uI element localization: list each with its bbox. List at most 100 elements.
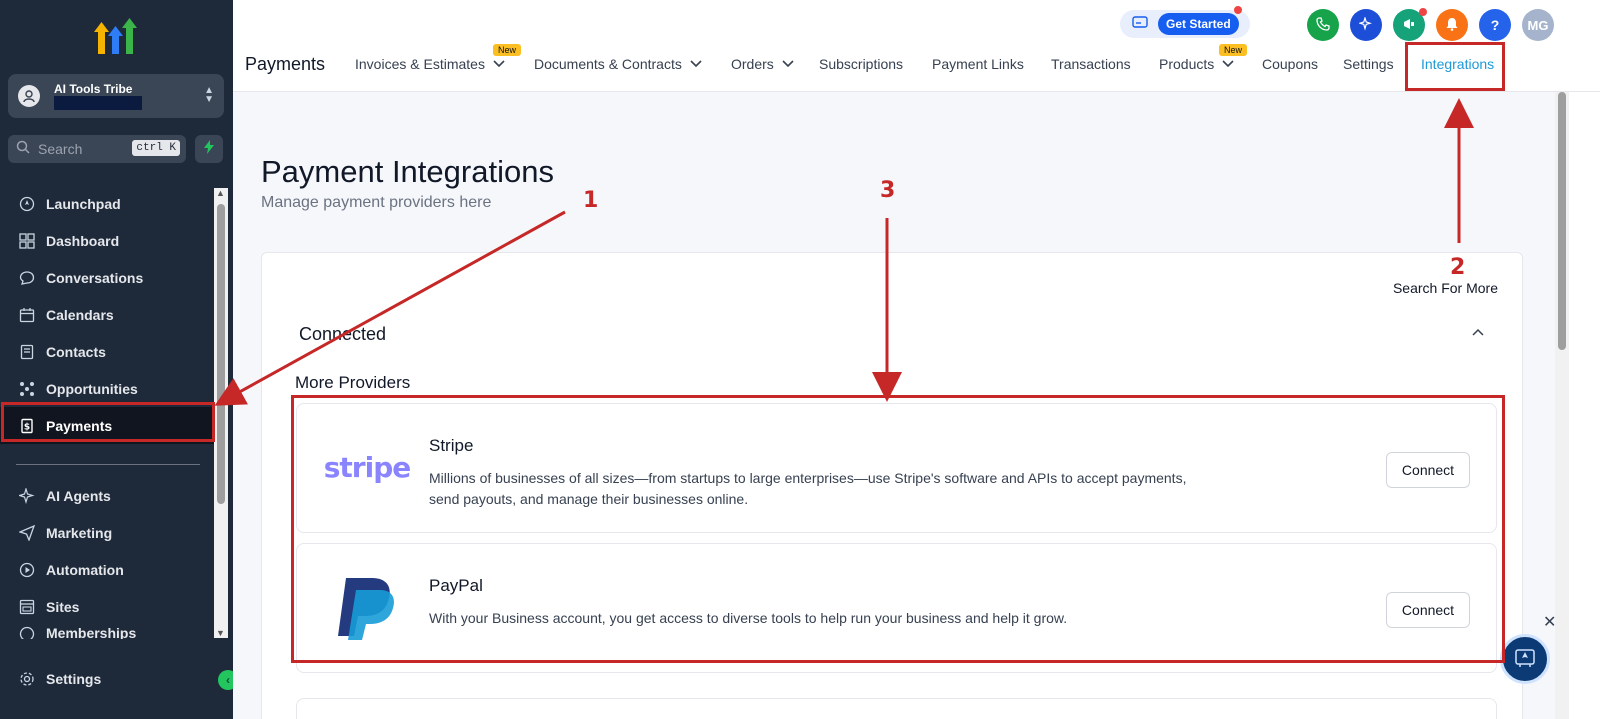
bolt-icon — [203, 139, 215, 159]
sparkle-icon — [18, 487, 36, 505]
sidebar-item-label: Marketing — [46, 524, 113, 541]
tab-invoices-estimates[interactable]: Invoices & Estimates New — [355, 44, 522, 72]
grid-icon — [18, 232, 36, 250]
megaphone-icon — [1402, 17, 1416, 34]
sidebar-item-settings[interactable]: Settings — [0, 660, 218, 697]
tab-label: Payment Links — [932, 56, 1024, 72]
calendar-icon — [18, 306, 36, 324]
sidebar-item-calendars[interactable]: Calendars — [0, 296, 218, 333]
tab-orders[interactable]: Orders — [731, 56, 794, 72]
sidebar-item-label: Sites — [46, 598, 80, 615]
scroll-up-icon[interactable]: ▲ — [216, 188, 225, 198]
sidebar: AI Tools Tribe ▲ ▼ Search ctrl K Launchpa… — [0, 0, 238, 719]
user-avatar[interactable]: MG — [1522, 9, 1554, 41]
chevron-up-icon[interactable] — [1472, 323, 1484, 339]
notification-dot — [1419, 8, 1427, 16]
sidebar-item-dashboard[interactable]: Dashboard — [0, 222, 218, 259]
tab-label: Products — [1159, 56, 1215, 72]
app-root: AI Tools Tribe ▲ ▼ Search ctrl K Launchpa… — [0, 0, 1600, 719]
sidebar-item-label: Memberships — [46, 625, 137, 639]
tab-label: Coupons — [1262, 56, 1319, 72]
rocket-icon — [18, 195, 36, 213]
integrations-subtitle: Manage payment providers here — [261, 194, 492, 211]
app-logo[interactable] — [92, 14, 140, 58]
tab-label: Invoices & Estimates — [355, 56, 485, 72]
annotation-number-2: 2 — [1450, 255, 1466, 280]
tab-coupons[interactable]: Coupons — [1262, 56, 1318, 72]
new-badge: New — [1219, 44, 1248, 56]
get-started-button[interactable]: Get Started — [1120, 10, 1250, 38]
sidebar-item-launchpad[interactable]: Launchpad — [0, 185, 218, 222]
rocket-icon — [1512, 644, 1538, 675]
tab-payment-links[interactable]: Payment Links — [932, 56, 1024, 72]
integrations-title: Payment Integrations — [261, 154, 554, 189]
sparkle-icon — [1358, 15, 1373, 34]
sidebar-item-label: Dashboard — [46, 232, 120, 249]
provider-card-partial — [296, 698, 1497, 719]
tab-label: Settings — [1343, 56, 1394, 72]
close-icon[interactable]: ✕ — [1543, 612, 1556, 632]
sidebar-item-label: Conversations — [46, 269, 144, 286]
membership-icon — [18, 625, 36, 639]
avatar-initials: MG — [1527, 17, 1549, 33]
main-scrollbar[interactable] — [1555, 92, 1569, 719]
quick-action-button[interactable] — [195, 135, 223, 163]
phone-icon — [1316, 16, 1330, 34]
support-widget-button[interactable] — [1500, 634, 1550, 684]
sidebar-item-label: Contacts — [46, 343, 106, 360]
account-switcher[interactable]: AI Tools Tribe ▲ ▼ — [8, 74, 224, 118]
sidebar-item-contacts[interactable]: Contacts — [0, 333, 218, 370]
tab-subscriptions[interactable]: Subscriptions — [819, 56, 903, 72]
sidebar-item-label: Automation — [46, 561, 124, 578]
sidebar-item-ai-agents[interactable]: AI Agents — [0, 477, 218, 514]
annotation-box-integrations — [1405, 42, 1505, 91]
search-for-more-link[interactable]: Search For More — [1393, 280, 1498, 296]
redacted-block — [54, 96, 142, 110]
sidebar-item-label: Opportunities — [46, 380, 138, 397]
sidebar-item-label: Settings — [46, 670, 102, 687]
tab-label: Documents & Contracts — [534, 56, 682, 72]
sites-icon — [18, 598, 36, 616]
help-button[interactable]: ? — [1479, 9, 1511, 41]
notifications-button[interactable] — [1436, 9, 1468, 41]
tab-products[interactable]: Products New — [1159, 44, 1248, 72]
send-icon — [18, 524, 36, 542]
chevron-down-icon — [782, 57, 794, 71]
sidebar-divider — [16, 464, 200, 465]
account-avatar-icon — [18, 85, 40, 107]
tab-transactions[interactable]: Transactions — [1051, 56, 1131, 72]
sidebar-item-automation[interactable]: Automation — [0, 551, 218, 588]
sidebar-item-sites[interactable]: Sites — [0, 588, 218, 625]
chevron-down-icon — [1222, 57, 1234, 71]
page-title: Payments — [245, 54, 326, 74]
sidebar-scrollbar[interactable]: ▲ ▼ — [214, 188, 228, 638]
more-providers-title: More Providers — [295, 373, 411, 392]
connected-section-title: Connected — [299, 324, 387, 344]
sidebar-item-memberships[interactable]: Memberships — [0, 625, 218, 639]
scroll-down-icon[interactable]: ▼ — [216, 628, 225, 638]
tab-label: Subscriptions — [819, 56, 904, 72]
tab-label: Orders — [731, 56, 774, 72]
scrollbar-thumb[interactable] — [1558, 92, 1566, 350]
ai-assistant-button[interactable] — [1350, 9, 1382, 41]
top-bar: Get Started ? MG Payments Invoices & Est… — [233, 0, 1600, 92]
chevron-down-icon — [690, 57, 702, 71]
annotation-number-3: 3 — [880, 178, 896, 203]
sidebar-item-conversations[interactable]: Conversations — [0, 259, 218, 296]
opportunities-icon — [18, 380, 36, 398]
help-icon: ? — [1490, 17, 1500, 33]
sidebar-search[interactable]: Search ctrl K — [8, 135, 186, 163]
account-name: AI Tools Tribe — [54, 82, 133, 96]
play-icon — [18, 561, 36, 579]
scrollbar-thumb[interactable] — [217, 204, 225, 504]
search-icon — [16, 140, 30, 159]
search-placeholder: Search — [38, 141, 83, 157]
sidebar-item-marketing[interactable]: Marketing — [0, 514, 218, 551]
annotation-box-providers — [291, 395, 1505, 663]
annotation-number-1: 1 — [583, 188, 599, 213]
search-shortcut: ctrl K — [132, 140, 180, 156]
phone-button[interactable] — [1307, 9, 1339, 41]
tab-documents-contracts[interactable]: Documents & Contracts — [534, 56, 702, 72]
tab-settings[interactable]: Settings — [1343, 56, 1394, 72]
new-badge: New — [493, 44, 522, 56]
